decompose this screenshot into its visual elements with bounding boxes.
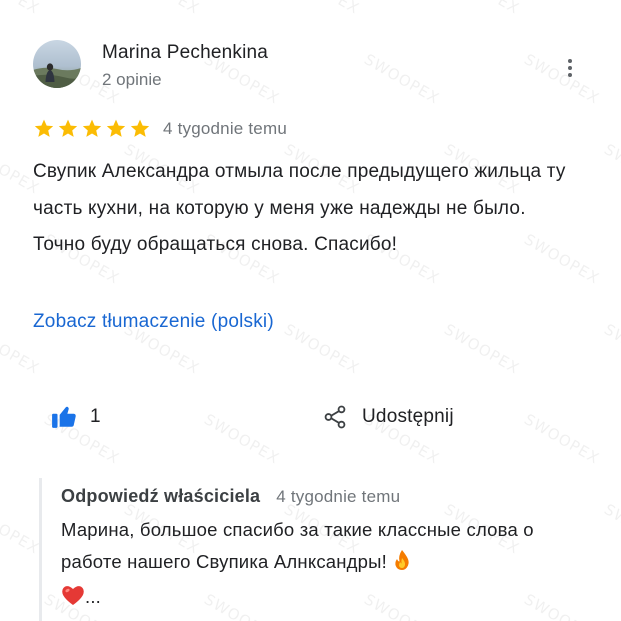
star-rating	[33, 118, 151, 140]
star-icon	[82, 119, 102, 137]
heart-emoji-icon	[61, 584, 85, 616]
thumb-up-icon	[52, 406, 76, 428]
share-icon	[324, 405, 346, 429]
owner-reply-title: Odpowiedź właściciela	[61, 486, 261, 506]
owner-reply-header: Odpowiedź właściciela 4 tygodnie temu	[61, 486, 400, 507]
star-icon	[106, 119, 126, 137]
star-icon	[34, 119, 54, 137]
review-date: 4 tygodnie temu	[163, 119, 287, 138]
owner-reply-ellipsis: ...	[85, 586, 102, 607]
author-name[interactable]: Marina Pechenkina	[102, 42, 268, 64]
author-review-count: 2 opinie	[102, 70, 162, 89]
review-actions: 1 Udostępnij	[0, 398, 621, 438]
owner-reply-text: Марина, большое спасибо за такие классны…	[61, 514, 561, 616]
more-vert-icon-dot	[568, 66, 572, 70]
review-card: Marina Pechenkina 2 opinie 4 tygodnie te…	[0, 0, 621, 621]
translate-link[interactable]: Zobacz tłumaczenie (polski)	[33, 311, 274, 333]
more-options-button[interactable]	[560, 54, 580, 82]
star-icon	[130, 119, 150, 137]
more-vert-icon-dot	[568, 73, 572, 77]
owner-reply: Odpowiedź właściciela 4 tygodnie temu Ма…	[39, 478, 602, 621]
owner-reply-date: 4 tygodnie temu	[276, 487, 401, 506]
star-icon	[58, 119, 78, 137]
review-text: Свупик Александра отмыла после предыдуще…	[33, 161, 566, 256]
rating-row: 4 tygodnie temu	[33, 118, 287, 140]
owner-reply-body: Марина, большое спасибо за такие классны…	[61, 519, 534, 572]
more-vert-icon	[568, 59, 572, 63]
like-button[interactable]: 1	[50, 404, 101, 430]
share-button[interactable]: Udostępnij	[322, 404, 454, 430]
like-count: 1	[90, 406, 101, 427]
author-avatar[interactable]	[33, 40, 81, 88]
avatar-photo-icon	[33, 40, 81, 88]
fire-emoji-icon	[392, 549, 412, 581]
share-label: Udostępnij	[362, 406, 454, 427]
